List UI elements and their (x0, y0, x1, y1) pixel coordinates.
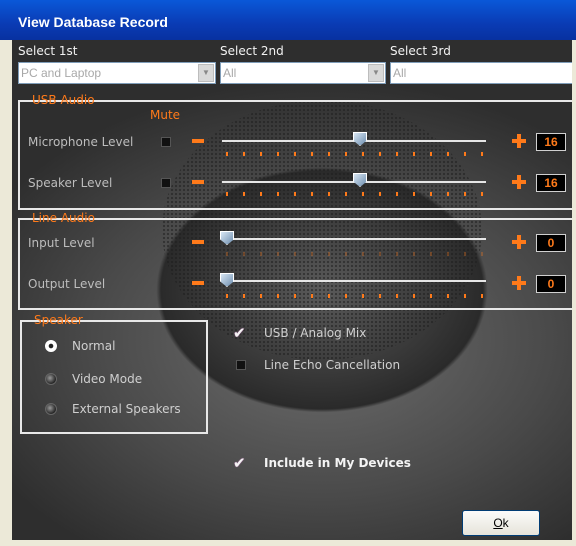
speaker-level-value: 16 (536, 174, 566, 192)
radio-external-speakers[interactable] (45, 403, 57, 415)
output-slider-track[interactable] (222, 280, 486, 282)
input-level-label: Input Level (28, 236, 95, 250)
output-slider-ticks (226, 294, 490, 298)
radio-normal[interactable] (45, 340, 57, 352)
input-increase-icon[interactable] (512, 235, 526, 249)
input-slider-track[interactable] (222, 238, 486, 240)
select-2nd-dropdown[interactable]: All ▼ (220, 62, 386, 84)
select-3rd-label: Select 3rd (390, 44, 451, 58)
ok-button[interactable]: Ok (462, 510, 540, 536)
select-2nd-value: All (223, 66, 237, 80)
speaker-level-label: Speaker Level (28, 176, 113, 190)
microphone-slider-ticks (226, 152, 490, 156)
speaker-title: Speaker (30, 313, 87, 327)
chevron-down-icon[interactable]: ▼ (368, 64, 384, 82)
input-decrease-icon[interactable] (192, 240, 204, 244)
output-level-value: 0 (536, 275, 566, 293)
select-1st-label: Select 1st (18, 44, 78, 58)
select-3rd-field[interactable]: All (390, 62, 572, 84)
include-devices-label: Include in My Devices (264, 456, 411, 470)
include-devices-checkbox[interactable]: ✔ (233, 456, 249, 471)
mute-header: Mute (150, 108, 181, 122)
microphone-decrease-icon[interactable] (192, 139, 204, 143)
line-audio-title: Line Audio (28, 211, 99, 225)
select-3rd-value: All (393, 66, 407, 80)
output-decrease-icon[interactable] (192, 281, 204, 285)
line-echo-label: Line Echo Cancellation (264, 358, 401, 372)
speaker-mute-checkbox[interactable] (161, 178, 171, 188)
record-panel: Select 1st Select 2nd Select 3rd PC and … (12, 40, 572, 540)
input-slider-ticks (226, 252, 490, 256)
radio-normal-label: Normal (72, 339, 116, 353)
output-level-label: Output Level (28, 277, 106, 291)
line-echo-checkbox[interactable] (236, 360, 246, 370)
speaker-decrease-icon[interactable] (192, 180, 204, 184)
usb-analog-mix-label: USB / Analog Mix (264, 326, 367, 340)
input-level-value: 0 (536, 234, 566, 252)
speaker-increase-icon[interactable] (512, 175, 526, 189)
window-title: View Database Record (0, 0, 576, 40)
select-1st-dropdown[interactable]: PC and Laptop ▼ (18, 62, 216, 84)
usb-audio-title: USB Audio (28, 93, 99, 107)
radio-video-mode[interactable] (45, 373, 57, 385)
microphone-level-value: 16 (536, 133, 566, 151)
usb-analog-mix-checkbox[interactable]: ✔ (233, 326, 249, 341)
microphone-increase-icon[interactable] (512, 134, 526, 148)
select-2nd-label: Select 2nd (220, 44, 284, 58)
microphone-mute-checkbox[interactable] (161, 137, 171, 147)
select-1st-value: PC and Laptop (21, 66, 102, 80)
radio-video-mode-label: Video Mode (72, 372, 143, 386)
radio-external-speakers-label: External Speakers (72, 402, 181, 416)
view-database-record-window: View Database Record Select 1st Select 2… (0, 0, 576, 546)
chevron-down-icon[interactable]: ▼ (198, 64, 214, 82)
microphone-level-label: Microphone Level (28, 135, 134, 149)
speaker-slider-ticks (226, 192, 490, 196)
output-increase-icon[interactable] (512, 276, 526, 290)
